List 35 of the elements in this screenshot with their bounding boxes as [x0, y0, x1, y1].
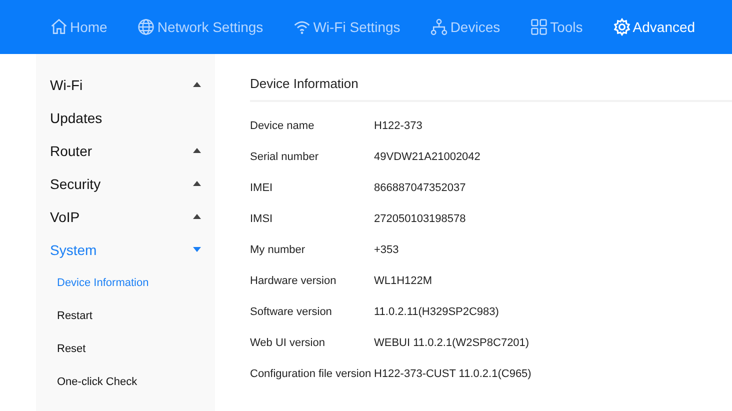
- field-label: Device name: [250, 120, 316, 132]
- field-value: 272050103198578: [374, 212, 466, 224]
- sidebar-subitem[interactable]: Restart: [36, 299, 215, 332]
- home-icon: [50, 18, 68, 36]
- field-label: Software version: [250, 306, 333, 318]
- sidebar-item[interactable]: Router: [36, 134, 215, 167]
- sidebar-item[interactable]: System: [36, 233, 215, 266]
- sidebar-subitem[interactable]: Device Information: [36, 266, 215, 299]
- sidebar-item[interactable]: Security: [36, 167, 215, 200]
- sidebar-subitem[interactable]: One-click Check: [36, 365, 215, 398]
- field-value: H122-373: [374, 120, 422, 132]
- field-label: IMSI: [250, 212, 274, 224]
- field-value: WL1H122M: [374, 274, 432, 286]
- field-label: Configuration file version: [250, 368, 372, 380]
- field-label: Serial number: [250, 150, 320, 162]
- settings-icon: [612, 18, 631, 36]
- page-title: Device Information: [250, 75, 360, 93]
- globe-icon: [137, 18, 156, 36]
- sidebar-item[interactable]: Updates: [36, 101, 215, 134]
- sidebar-subitem[interactable]: Reset: [36, 332, 215, 365]
- sidebar-item[interactable]: Wi-Fi: [36, 68, 215, 101]
- network-nodes-icon: [430, 18, 448, 36]
- sidebar-item[interactable]: VoIP: [36, 200, 215, 233]
- field-value: 11.0.2.11(H329SP2C983): [374, 306, 499, 318]
- field-label: IMEI: [250, 182, 274, 194]
- field-label: Web UI version: [250, 336, 326, 348]
- field-label: Hardware version: [250, 274, 338, 286]
- field-label: My number: [250, 244, 306, 256]
- field-value: 49VDW21A21002042: [374, 150, 480, 162]
- field-value: WEBUI 11.0.2.1(W2SP8C7201): [374, 336, 530, 348]
- field-value: H122-373-CUST 11.0.2.1(C965): [374, 368, 532, 380]
- nav-tab[interactable]: Advanced: [612, 18, 696, 36]
- field-value: +353: [374, 244, 399, 256]
- field-value: 866887047352037: [374, 182, 466, 194]
- grid-icon: [530, 18, 548, 36]
